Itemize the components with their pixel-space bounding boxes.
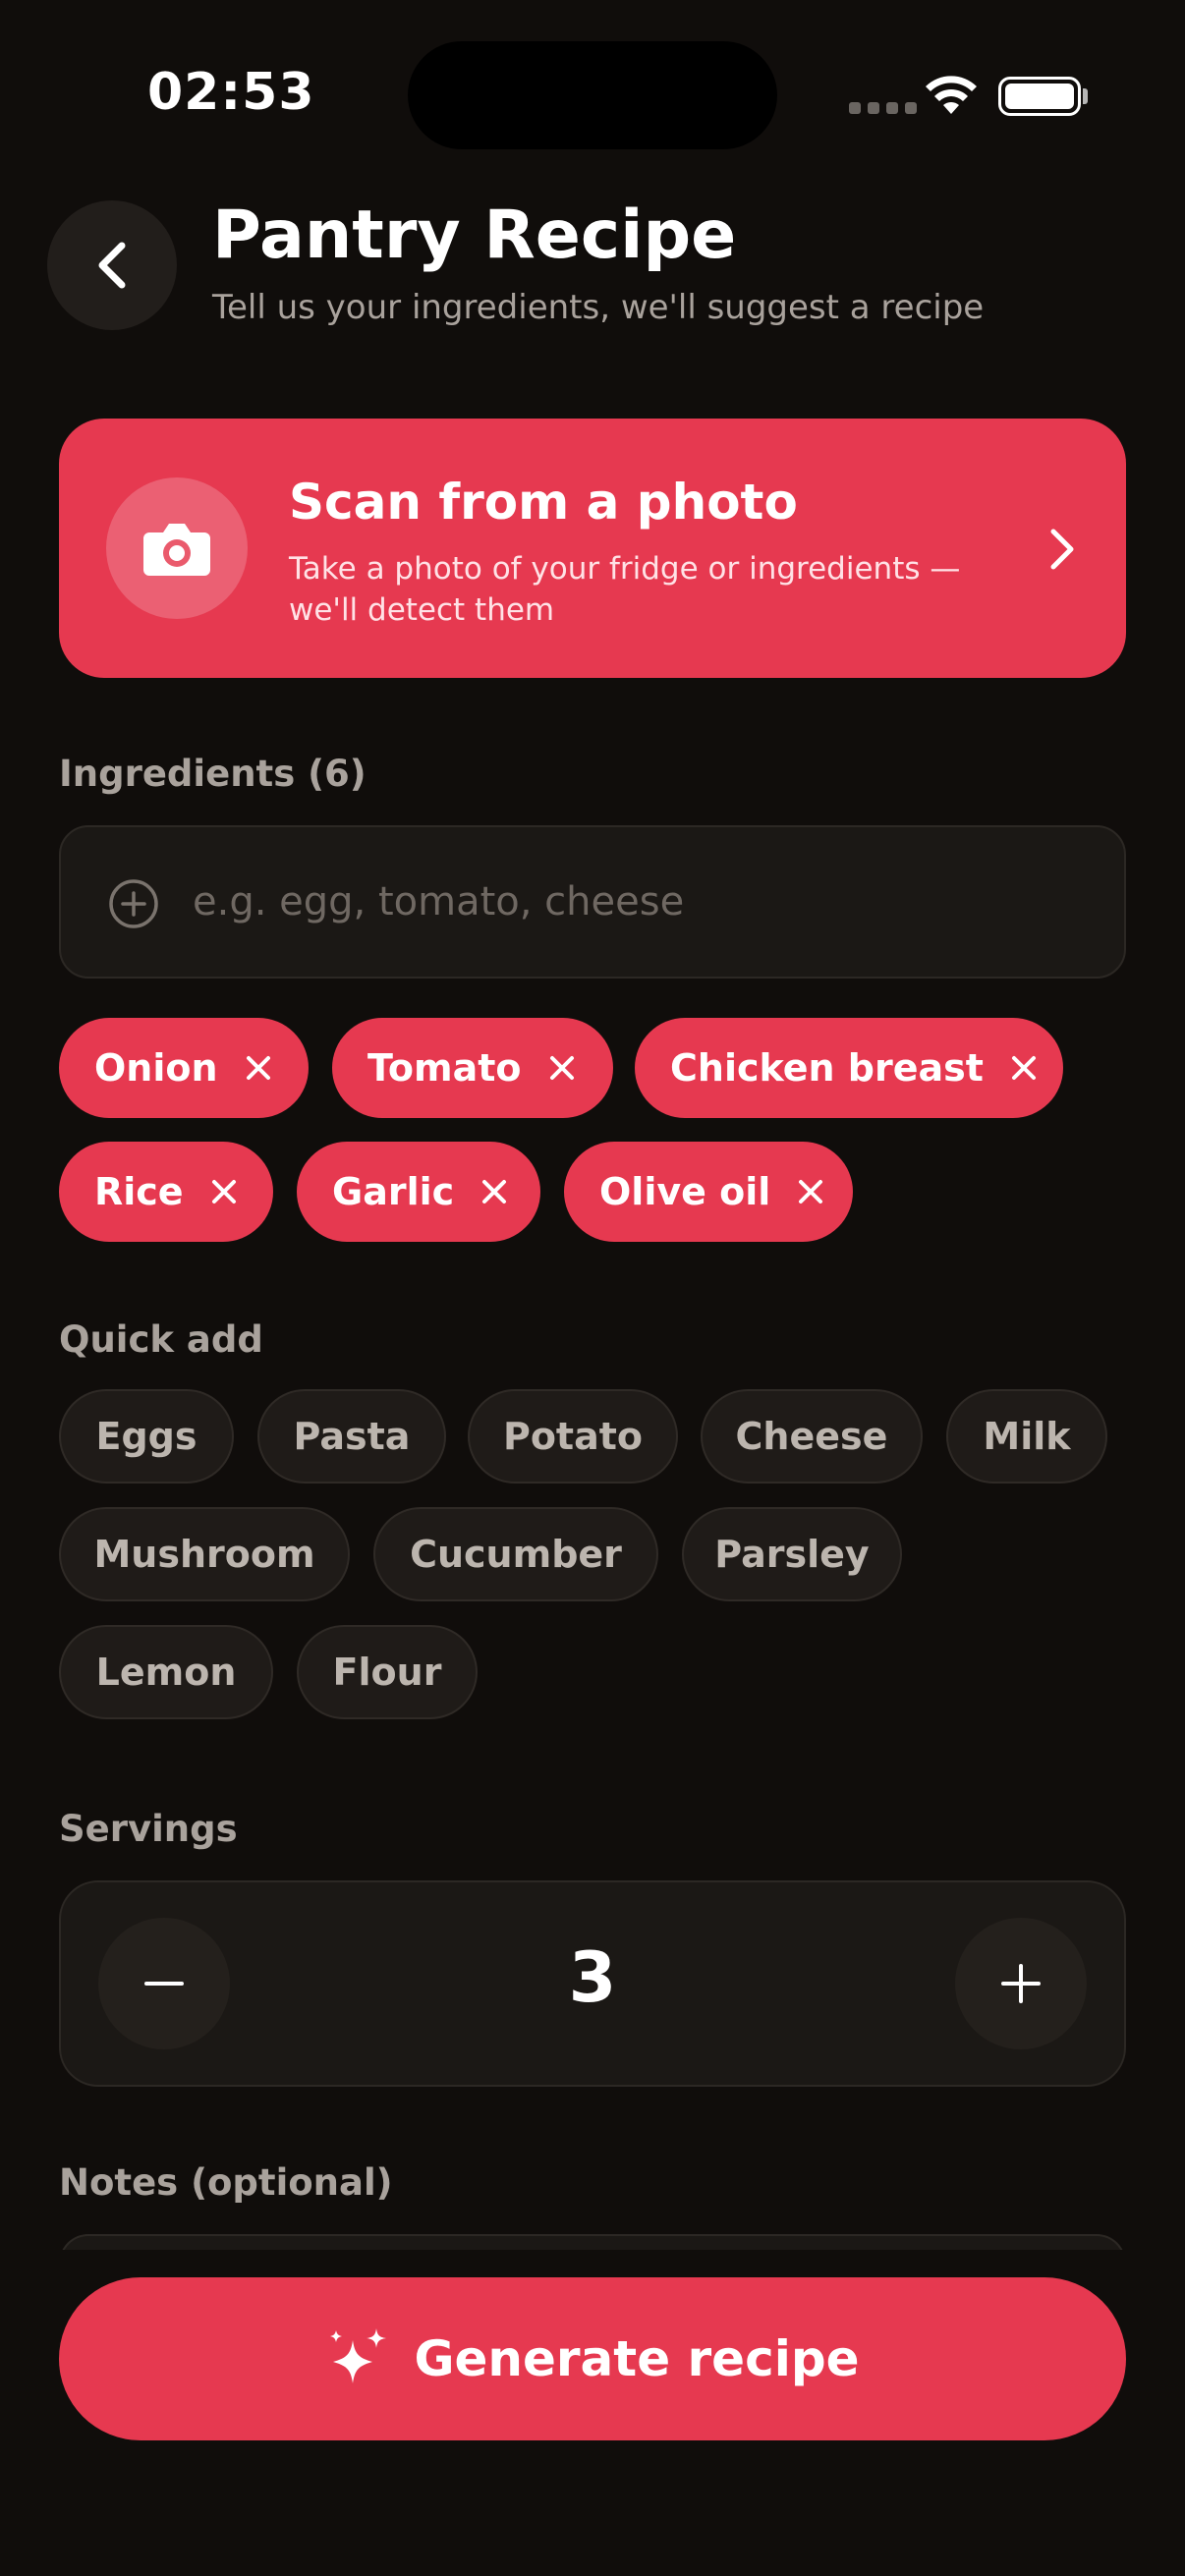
close-icon xyxy=(1011,1056,1036,1080)
generate-recipe-button[interactable]: Generate recipe xyxy=(59,2277,1126,2440)
ingredient-chip-label: Chicken breast xyxy=(670,1046,984,1090)
status-time: 02:53 xyxy=(147,63,315,122)
remove-ingredient-button[interactable] xyxy=(211,1179,237,1204)
quick-add-chip-label: Flour xyxy=(332,1651,442,1694)
ingredient-chip-label: Tomato xyxy=(367,1046,522,1090)
battery-icon xyxy=(998,77,1081,116)
quick-add-chip[interactable]: Mushroom xyxy=(59,1507,350,1601)
quick-add-chip-label: Milk xyxy=(983,1415,1071,1458)
remove-ingredient-button[interactable] xyxy=(246,1055,271,1081)
cellular-signal-icon xyxy=(849,102,917,114)
remove-ingredient-button[interactable] xyxy=(1011,1055,1037,1081)
servings-label: Servings xyxy=(59,1808,238,1850)
quick-add-chip-label: Mushroom xyxy=(93,1533,315,1576)
close-icon xyxy=(482,1180,507,1204)
remove-ingredient-button[interactable] xyxy=(798,1179,823,1204)
quick-add-chip[interactable]: Milk xyxy=(946,1389,1107,1484)
dynamic-island xyxy=(408,41,777,149)
chevron-left-icon xyxy=(98,242,126,289)
add-circle-icon xyxy=(109,879,158,928)
chevron-right-icon xyxy=(1050,529,1074,570)
quick-add-chip[interactable]: Parsley xyxy=(682,1507,902,1601)
quick-add-chip-label: Pasta xyxy=(293,1415,411,1458)
quick-add-chip[interactable]: Lemon xyxy=(59,1625,273,1719)
scan-from-photo-card[interactable]: Scan from a photo Take a photo of your f… xyxy=(59,419,1126,678)
quick-add-chip-label: Cheese xyxy=(735,1415,888,1458)
sparkles-icon xyxy=(330,2328,387,2383)
quick-add-chip-label: Lemon xyxy=(95,1651,237,1694)
camera-icon xyxy=(143,524,210,576)
ingredient-chip-label: Olive oil xyxy=(599,1170,771,1213)
remove-ingredient-button[interactable] xyxy=(549,1055,575,1081)
remove-ingredient-button[interactable] xyxy=(481,1179,507,1204)
ingredient-chip: Tomato xyxy=(332,1018,613,1118)
ingredient-input-container xyxy=(59,825,1126,979)
quick-add-chip-label: Potato xyxy=(502,1415,644,1458)
quick-add-chip[interactable]: Cheese xyxy=(701,1389,923,1484)
ingredient-chip: Rice xyxy=(59,1142,273,1242)
notes-label: Notes (optional) xyxy=(59,2161,393,2204)
scan-card-description: Take a photo of your fridge or ingredien… xyxy=(289,551,961,628)
quick-add-chip[interactable]: Eggs xyxy=(59,1389,234,1484)
ingredients-label: Ingredients (6) xyxy=(59,753,367,795)
plus-icon xyxy=(1001,1964,1041,2003)
page-subtitle: Tell us your ingredients, we'll suggest … xyxy=(212,288,985,327)
quick-add-chip[interactable]: Pasta xyxy=(257,1389,446,1484)
ingredient-chip-label: Garlic xyxy=(332,1170,455,1213)
increase-servings-button[interactable] xyxy=(955,1918,1087,2049)
ingredient-chip-label: Onion xyxy=(94,1046,218,1090)
quick-add-chip[interactable]: Flour xyxy=(297,1625,478,1719)
ingredient-chip-label: Rice xyxy=(94,1170,184,1213)
wifi-icon xyxy=(926,76,977,114)
battery-tip xyxy=(1083,88,1088,104)
close-icon xyxy=(246,1056,270,1080)
quick-add-chip-label: Parsley xyxy=(714,1533,870,1576)
back-button[interactable] xyxy=(47,200,177,330)
camera-icon-circle xyxy=(106,477,248,619)
ingredient-chip: Onion xyxy=(59,1018,309,1118)
quick-add-chip[interactable]: Cucumber xyxy=(373,1507,658,1601)
ingredient-chip: Garlic xyxy=(297,1142,540,1242)
quick-add-chip-label: Eggs xyxy=(95,1415,198,1458)
ingredient-chip: Chicken breast xyxy=(635,1018,1063,1118)
quick-add-label: Quick add xyxy=(59,1318,263,1361)
servings-stepper: 3 xyxy=(59,1880,1126,2087)
ingredient-input[interactable] xyxy=(193,857,1077,947)
close-icon xyxy=(549,1056,574,1080)
quick-add-chip[interactable]: Potato xyxy=(468,1389,678,1484)
close-icon xyxy=(211,1180,236,1204)
quick-add-chip-label: Cucumber xyxy=(410,1533,622,1576)
generate-recipe-label: Generate recipe xyxy=(414,2330,860,2387)
pantry-recipe-screen: 02:53 Pantry Recipe Tell us your ingredi… xyxy=(0,0,1185,2576)
scan-card-title: Scan from a photo xyxy=(289,474,798,531)
ingredient-chip: Olive oil xyxy=(564,1142,853,1242)
page-title: Pantry Recipe xyxy=(212,196,737,274)
close-icon xyxy=(799,1180,823,1204)
